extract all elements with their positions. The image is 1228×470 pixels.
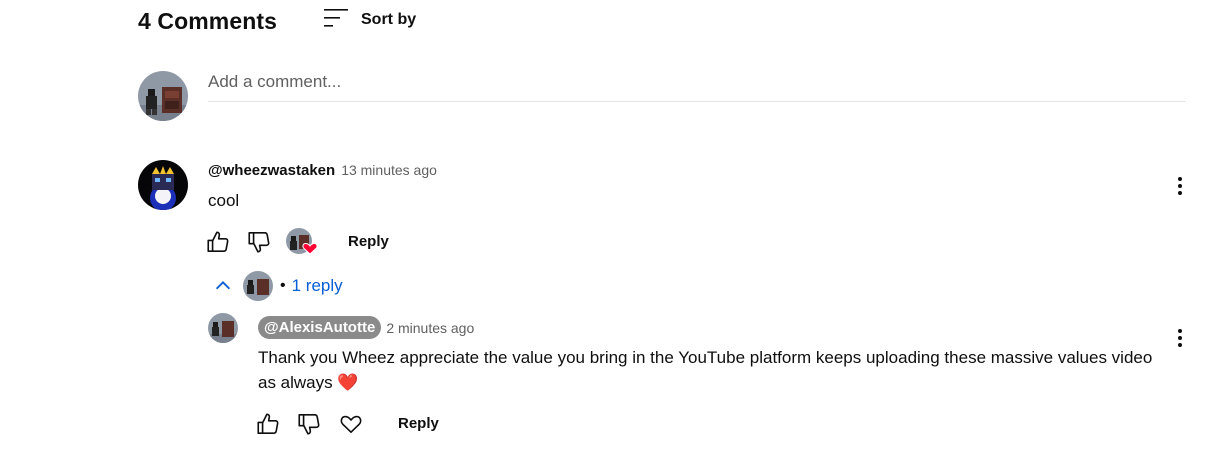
dot-separator: •: [280, 277, 286, 294]
reply-author-chip[interactable]: @AlexisAutotte: [258, 316, 382, 339]
comment-text: cool: [208, 191, 240, 210]
add-comment-field[interactable]: [208, 72, 1186, 102]
thumbs-up-icon: [207, 231, 229, 253]
comments-count-title: 4 Comments: [138, 8, 278, 34]
reply-timestamp[interactable]: 2 minutes ago: [386, 320, 474, 336]
commenter-avatar[interactable]: [138, 160, 188, 210]
like-button[interactable]: [204, 228, 232, 256]
replies-toggle[interactable]: • 1 reply: [212, 271, 343, 301]
reply-like-button[interactable]: [254, 410, 282, 438]
comment-author[interactable]: @wheezwastaken: [208, 162, 335, 179]
reply-button[interactable]: Reply: [348, 233, 389, 250]
heart-icon: [340, 415, 362, 434]
dislike-button[interactable]: [245, 228, 273, 256]
creator-heart-badge: [285, 227, 319, 257]
reply-dislike-button[interactable]: [295, 410, 323, 438]
current-user-avatar: [138, 71, 188, 121]
add-comment-input[interactable]: [208, 72, 1186, 92]
reply-more-button[interactable]: [1168, 326, 1192, 350]
replies-count-link[interactable]: 1 reply: [292, 276, 343, 296]
chevron-up-icon: [215, 281, 231, 290]
more-vert-icon: [1178, 177, 1182, 195]
sort-by-button[interactable]: Sort by: [323, 8, 416, 32]
reply-author-avatar[interactable]: [208, 313, 238, 343]
sort-icon: [323, 7, 349, 34]
reply-heart-button[interactable]: [337, 409, 365, 437]
sort-by-label: Sort by: [361, 11, 417, 28]
thumbs-up-icon: [257, 413, 279, 435]
comment-more-button[interactable]: [1168, 174, 1192, 198]
thumbs-down-icon: [298, 413, 320, 435]
comment-timestamp[interactable]: 13 minutes ago: [341, 162, 437, 178]
thumbs-down-icon: [248, 231, 270, 253]
reply-reply-button[interactable]: Reply: [398, 415, 439, 432]
reply-author-thumbnail: [243, 271, 273, 301]
more-vert-icon: [1178, 329, 1182, 347]
reply-text: Thank you Wheez appreciate the value you…: [258, 348, 1153, 392]
